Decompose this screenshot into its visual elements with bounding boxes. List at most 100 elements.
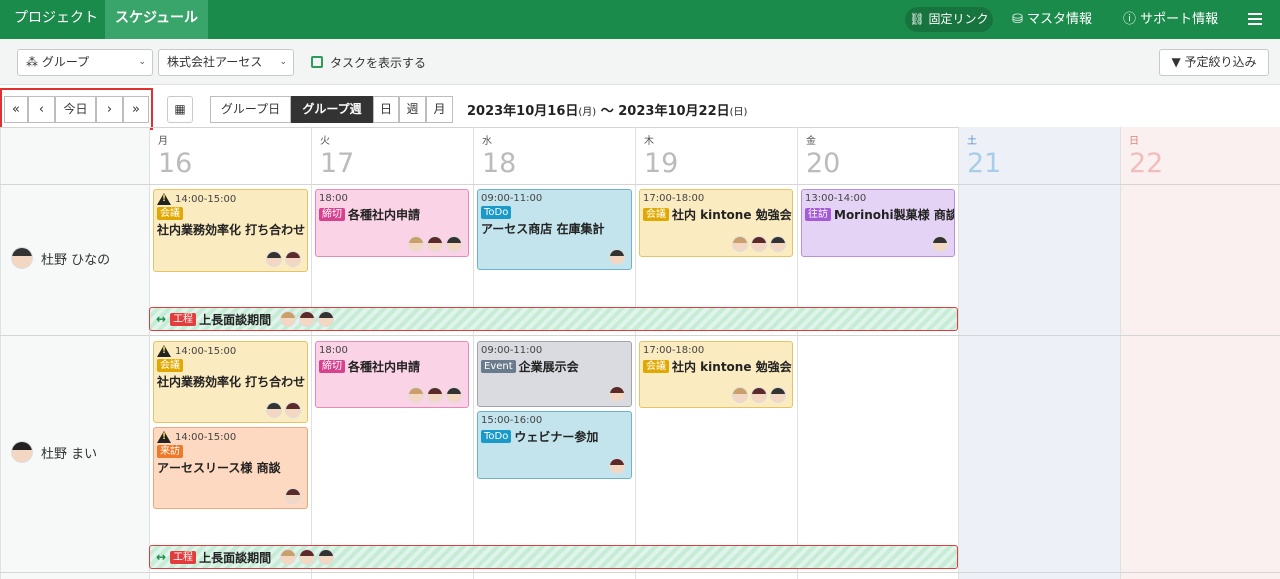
avatar xyxy=(318,311,335,327)
show-tasks-label: タスクを表示する xyxy=(330,56,427,70)
avatar xyxy=(285,402,301,418)
narrow-schedule-button[interactable]: ▼ 予定絞り込み xyxy=(1159,49,1269,76)
group-select[interactable]: ⁂ グループ ⌄ xyxy=(17,49,153,76)
event-time: 15:00-16:00 xyxy=(481,415,543,426)
fixed-link-button[interactable]: ⛓ 固定リンク xyxy=(905,7,993,32)
event-title: Morinohi製菓様 商談 xyxy=(834,208,955,222)
event-card[interactable]: 09:00-11:00 Event 企業展示会 xyxy=(477,341,632,407)
weekday-label: 土 xyxy=(967,136,977,147)
view-group-week[interactable]: グループ週 xyxy=(291,96,373,123)
event-tag: 工程 xyxy=(170,550,197,564)
event-time: 14:00-15:00 xyxy=(175,431,237,443)
event-tag: 来訪 xyxy=(157,445,183,458)
avatar xyxy=(11,247,33,269)
attendees xyxy=(606,386,625,402)
view-day[interactable]: 日 xyxy=(373,96,399,123)
attendees xyxy=(729,387,786,403)
avatar xyxy=(751,236,767,252)
user-mai[interactable]: 杜野 まい xyxy=(8,441,97,463)
range-start: 2023年10月16日 xyxy=(467,104,579,119)
event-tag: ToDo xyxy=(481,430,512,443)
avatar xyxy=(609,458,625,474)
tab-schedule[interactable]: スケジュール xyxy=(105,0,209,39)
day-header-mon[interactable]: 月 16 xyxy=(149,127,311,184)
calendar-icon: ▦ xyxy=(174,102,186,116)
range-end: 2023年10月22日 xyxy=(618,104,730,119)
attendees xyxy=(606,249,625,265)
chevron-down-icon: ⌄ xyxy=(279,57,287,67)
hamburger-menu-icon[interactable] xyxy=(1248,13,1262,25)
attendees xyxy=(606,458,625,474)
event-card[interactable]: 18:00 締切 各種社内申請 xyxy=(315,341,469,408)
tab-project[interactable]: プロジェクト xyxy=(4,0,108,39)
calendar-picker-button[interactable]: ▦ xyxy=(167,96,193,123)
user-hinano[interactable]: 杜野 ひなの xyxy=(8,247,110,269)
event-time: 14:00-15:00 xyxy=(175,345,237,357)
avatar xyxy=(280,549,297,565)
master-info-link[interactable]: ⛁ マスタ情報 xyxy=(1012,0,1092,39)
avatar xyxy=(427,387,443,403)
period-bar[interactable]: ↔ 工程 上長面談期間 xyxy=(149,307,958,331)
show-tasks-checkbox[interactable] xyxy=(311,56,323,68)
view-group-day[interactable]: グループ日 xyxy=(210,96,291,123)
support-info-link[interactable]: ⓘ サポート情報 xyxy=(1123,0,1218,39)
avatar xyxy=(318,549,335,565)
first-page-button[interactable]: « xyxy=(4,96,28,123)
user-name: 杜野 まい xyxy=(41,446,98,462)
database-icon: ⛁ xyxy=(1012,12,1023,27)
user-column xyxy=(0,128,149,579)
group-select-value: グループ xyxy=(41,55,90,69)
user-name: 杜野 ひなの xyxy=(41,252,111,268)
event-time: 14:00-15:00 xyxy=(175,193,237,205)
next-button[interactable]: › xyxy=(96,96,123,123)
weekday-label: 木 xyxy=(644,136,654,147)
event-title: アーセス商店 在庫集計 xyxy=(481,222,605,236)
today-button[interactable]: 今日 xyxy=(55,96,96,123)
day-number: 18 xyxy=(482,148,517,179)
event-card[interactable]: 15:00-16:00 ToDo ウェビナー参加 xyxy=(477,411,632,479)
event-card[interactable]: 13:00-14:00 往訪 Morinohi製菓様 商談 xyxy=(801,189,955,257)
attendees xyxy=(277,311,335,327)
event-tag: 会議 xyxy=(157,359,183,372)
day-header-sat[interactable]: 土 21 xyxy=(958,127,1120,184)
event-time: 18:00 xyxy=(319,193,348,204)
day-header-tue[interactable]: 火 17 xyxy=(311,127,473,184)
attendees xyxy=(405,236,462,252)
event-card[interactable]: 14:00-15:00 会議 社内業務効率化 打ち合わせ xyxy=(153,341,308,423)
last-page-button[interactable]: » xyxy=(123,96,149,123)
day-header-sun[interactable]: 日 22 xyxy=(1120,127,1280,184)
day-number: 16 xyxy=(158,148,193,179)
view-month[interactable]: 月 xyxy=(426,96,453,123)
avatar xyxy=(299,549,316,565)
day-header-thu[interactable]: 木 19 xyxy=(635,127,797,184)
event-time: 18:00 xyxy=(319,345,348,356)
avatar xyxy=(408,236,424,252)
day-number: 22 xyxy=(1129,148,1164,179)
filter-icon: ▼ xyxy=(1171,55,1181,69)
avatar xyxy=(732,236,748,252)
link-icon: ⛓ xyxy=(909,12,925,26)
event-card[interactable]: 09:00-11:00 ToDo アーセス商店 在庫集計 xyxy=(477,189,632,270)
weekday-label: 火 xyxy=(320,136,330,147)
day-header-wed[interactable]: 水 18 xyxy=(473,127,635,184)
event-title: 社内 kintone 勉強会 xyxy=(672,360,792,374)
view-week[interactable]: 週 xyxy=(399,96,426,123)
event-card[interactable]: 14:00-15:00 会議 社内業務効率化 打ち合わせ xyxy=(153,189,308,272)
column-divider xyxy=(149,128,150,579)
prev-button[interactable]: ‹ xyxy=(28,96,55,123)
avatar xyxy=(408,387,424,403)
support-info-label: サポート情報 xyxy=(1140,12,1219,27)
event-card[interactable]: 17:00-18:00 会議 社内 kintone 勉強会 xyxy=(639,341,793,408)
company-select[interactable]: 株式会社アーセス ⌄ xyxy=(158,49,294,76)
range-start-weekday: (月) xyxy=(578,107,597,118)
avatar xyxy=(446,236,462,252)
event-card[interactable]: 18:00 締切 各種社内申請 xyxy=(315,189,469,257)
row-divider xyxy=(0,335,1280,336)
event-card[interactable]: 17:00-18:00 会議 社内 kintone 勉強会 xyxy=(639,189,793,257)
event-card[interactable]: 14:00-15:00 来訪 アーセスリース様 商談 xyxy=(153,427,308,509)
narrow-schedule-label: 予定絞り込み xyxy=(1184,55,1257,69)
event-tag: 工程 xyxy=(170,312,197,326)
event-tag: 会議 xyxy=(643,360,669,373)
period-bar[interactable]: ↔ 工程 上長面談期間 xyxy=(149,545,958,569)
day-header-fri[interactable]: 金 20 xyxy=(797,127,958,184)
